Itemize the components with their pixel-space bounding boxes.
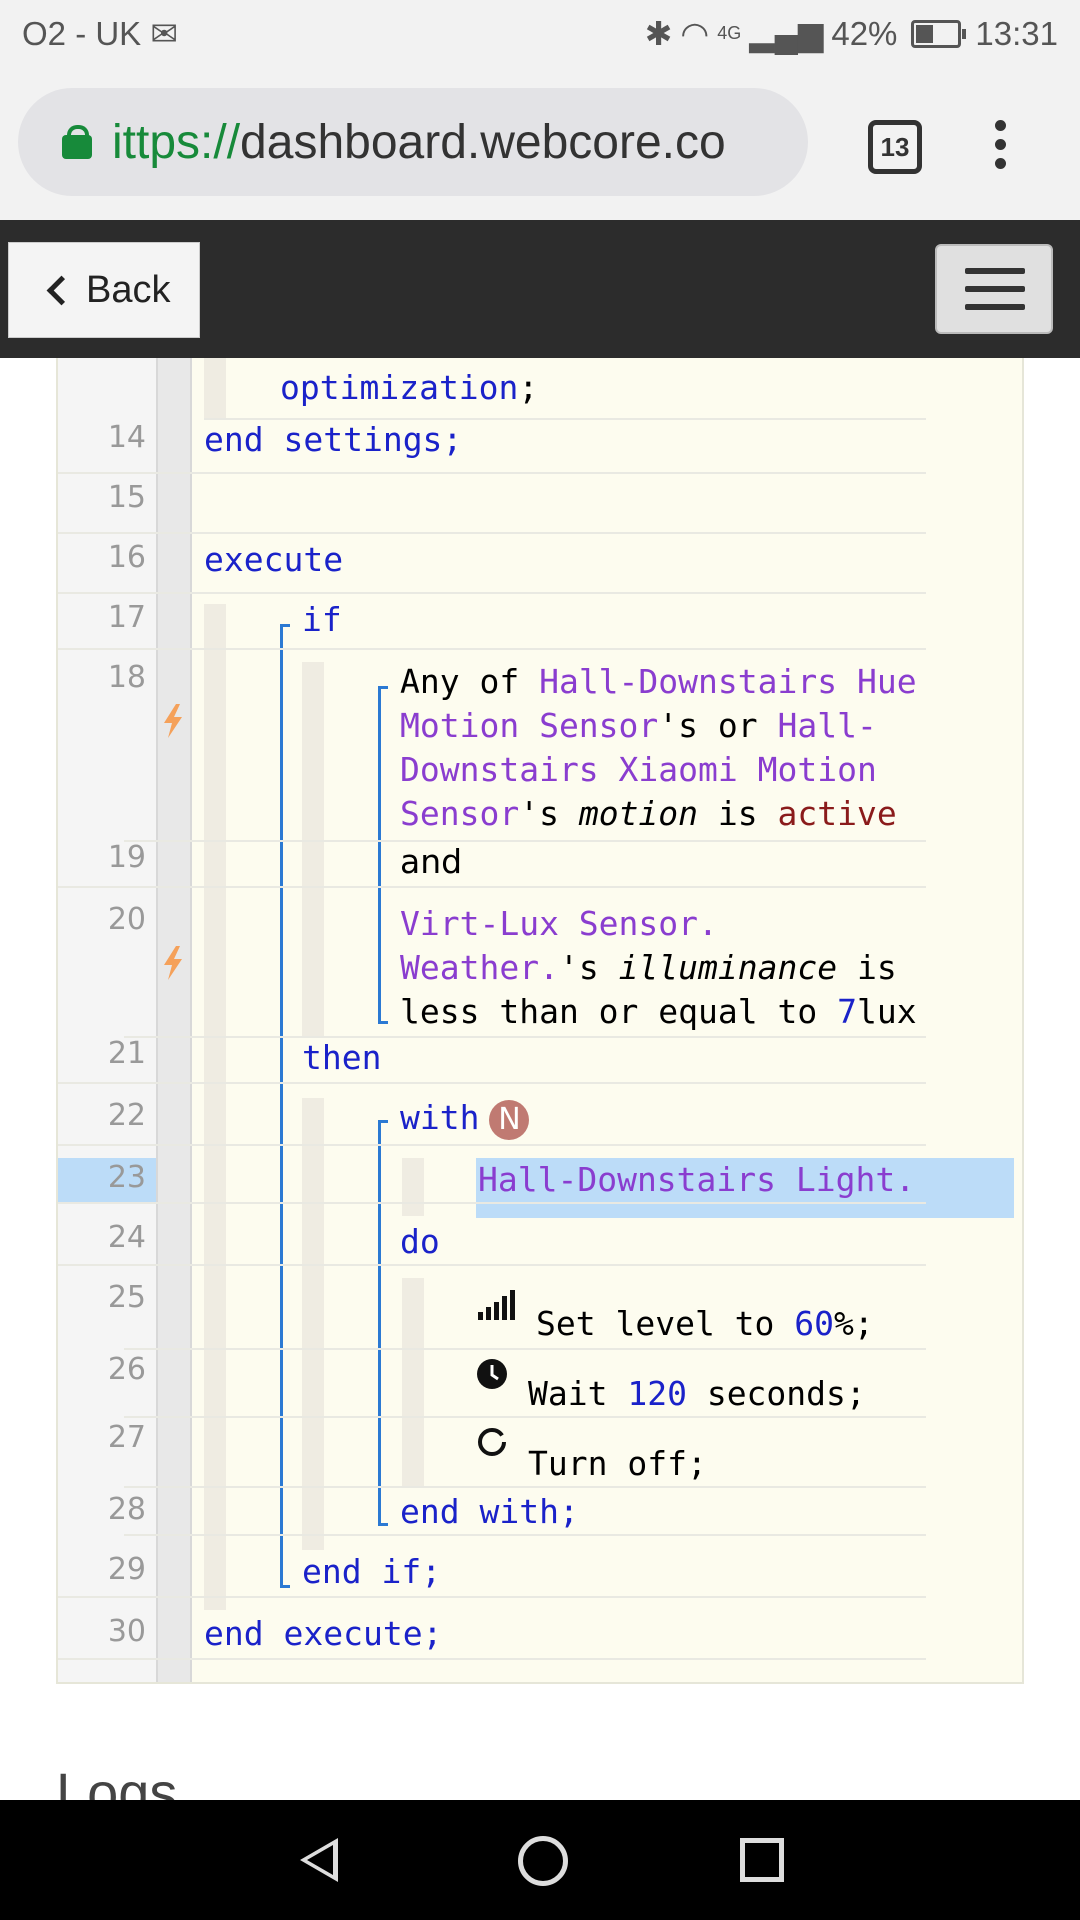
browser-toolbar: ittps://dashboard.webcore.co 13 bbox=[0, 68, 1080, 220]
code-line-28: end with; bbox=[400, 1492, 579, 1531]
line-number: 29 bbox=[107, 1552, 146, 1587]
line-number: 18 bbox=[107, 660, 146, 695]
condition-line-20a[interactable]: Virt-Lux Sensor. bbox=[400, 904, 718, 943]
line-number: 14 bbox=[107, 420, 146, 455]
wifi-icon: ◠ bbox=[680, 15, 710, 52]
network-type: 4G bbox=[717, 23, 742, 43]
task-turn-off[interactable]: Turn off; bbox=[528, 1444, 707, 1483]
code-line-24: do bbox=[400, 1222, 440, 1261]
line-number: 24 bbox=[107, 1220, 146, 1255]
clock-icon bbox=[477, 1359, 507, 1389]
line-number: 26 bbox=[107, 1352, 146, 1387]
bolt-icon bbox=[164, 946, 182, 980]
nav-back-icon[interactable] bbox=[300, 1838, 338, 1882]
line-number: 15 bbox=[107, 480, 146, 515]
code-line-21: then bbox=[302, 1038, 382, 1077]
line-number: 23 bbox=[107, 1160, 146, 1195]
line-number: 30 bbox=[107, 1614, 146, 1649]
app-navbar: Back bbox=[0, 220, 1080, 358]
line-number: 27 bbox=[107, 1420, 146, 1455]
chevron-left-icon bbox=[46, 275, 77, 305]
line-number: 19 bbox=[107, 840, 146, 875]
address-bar[interactable]: ittps://dashboard.webcore.co bbox=[18, 88, 808, 196]
logical-operator-and[interactable]: and bbox=[400, 842, 462, 881]
code-line-22: with N bbox=[400, 1098, 530, 1140]
task-set-level[interactable]: Set level to 60%; bbox=[536, 1304, 874, 1343]
condition-bracket bbox=[378, 686, 388, 1024]
back-button[interactable]: Back bbox=[8, 242, 200, 338]
condition-line-18a[interactable]: Any of Hall-Downstairs Hue bbox=[400, 662, 917, 701]
code-line-16: execute bbox=[204, 540, 344, 579]
code-line-30: end execute; bbox=[204, 1614, 443, 1653]
hamburger-menu-button[interactable] bbox=[935, 244, 1053, 334]
line-number: 21 bbox=[107, 1036, 146, 1071]
code-view: 14 15 16 17 18 19 20 21 22 23 24 25 26 2… bbox=[58, 358, 1022, 1682]
line-number: 25 bbox=[107, 1280, 146, 1315]
condition-line-18b[interactable]: Motion Sensor's or Hall- bbox=[400, 706, 877, 745]
line-number: 28 bbox=[107, 1492, 146, 1527]
code-line-14: end settings; bbox=[204, 420, 463, 459]
with-block-bracket bbox=[378, 1120, 388, 1526]
url-text[interactable]: ittps://dashboard.webcore.co bbox=[112, 115, 726, 170]
battery-icon bbox=[911, 19, 967, 48]
lock-icon bbox=[62, 125, 92, 159]
condition-line-20b[interactable]: Weather.'s illuminance is bbox=[400, 948, 897, 987]
mail-icon: ✉ bbox=[150, 15, 179, 52]
condition-line-18d[interactable]: Sensor's motion is active bbox=[400, 794, 897, 833]
tab-switcher-button[interactable]: 13 bbox=[868, 120, 922, 174]
cell-signal-icon: ▂▄▆ bbox=[749, 15, 824, 52]
device-hall-downstairs-light[interactable]: Hall-Downstairs Light. bbox=[478, 1160, 915, 1199]
system-navigation-bar bbox=[0, 1800, 1080, 1920]
n-badge: N bbox=[489, 1099, 530, 1140]
battery-fill bbox=[916, 24, 934, 43]
code-line-17: if bbox=[302, 600, 342, 639]
battery-percent: 42% bbox=[831, 14, 898, 52]
line-number: 17 bbox=[107, 600, 146, 635]
line-number: 20 bbox=[107, 902, 146, 937]
status-bar: O2 - UK ✉ ✱ ◠ 4G ▂▄▆ 42% 13:31 bbox=[0, 0, 1080, 68]
power-ring-icon bbox=[478, 1428, 506, 1456]
piston-code-panel: 14 15 16 17 18 19 20 21 22 23 24 25 26 2… bbox=[56, 358, 1024, 1684]
line-number: 22 bbox=[107, 1098, 146, 1133]
clock: 13:31 bbox=[975, 14, 1058, 52]
code-line-29: end if; bbox=[302, 1552, 442, 1591]
line-number: 16 bbox=[107, 540, 146, 575]
browser-menu-icon[interactable] bbox=[995, 120, 1007, 172]
if-block-bracket bbox=[280, 624, 290, 1588]
condition-line-18c[interactable]: Downstairs Xiaomi Motion bbox=[400, 750, 877, 789]
carrier: O2 - UK ✉ bbox=[22, 15, 179, 52]
nav-home-icon[interactable] bbox=[518, 1836, 568, 1886]
bolt-icon bbox=[164, 704, 182, 738]
signal-bars-icon bbox=[478, 1290, 515, 1320]
bluetooth-icon: ✱ bbox=[644, 15, 673, 52]
code-line-13: optimization; bbox=[280, 368, 539, 407]
nav-recents-icon[interactable] bbox=[740, 1838, 784, 1882]
task-wait[interactable]: Wait 120 seconds; bbox=[528, 1374, 866, 1413]
condition-line-20c[interactable]: less than or equal to 7lux bbox=[400, 992, 917, 1031]
